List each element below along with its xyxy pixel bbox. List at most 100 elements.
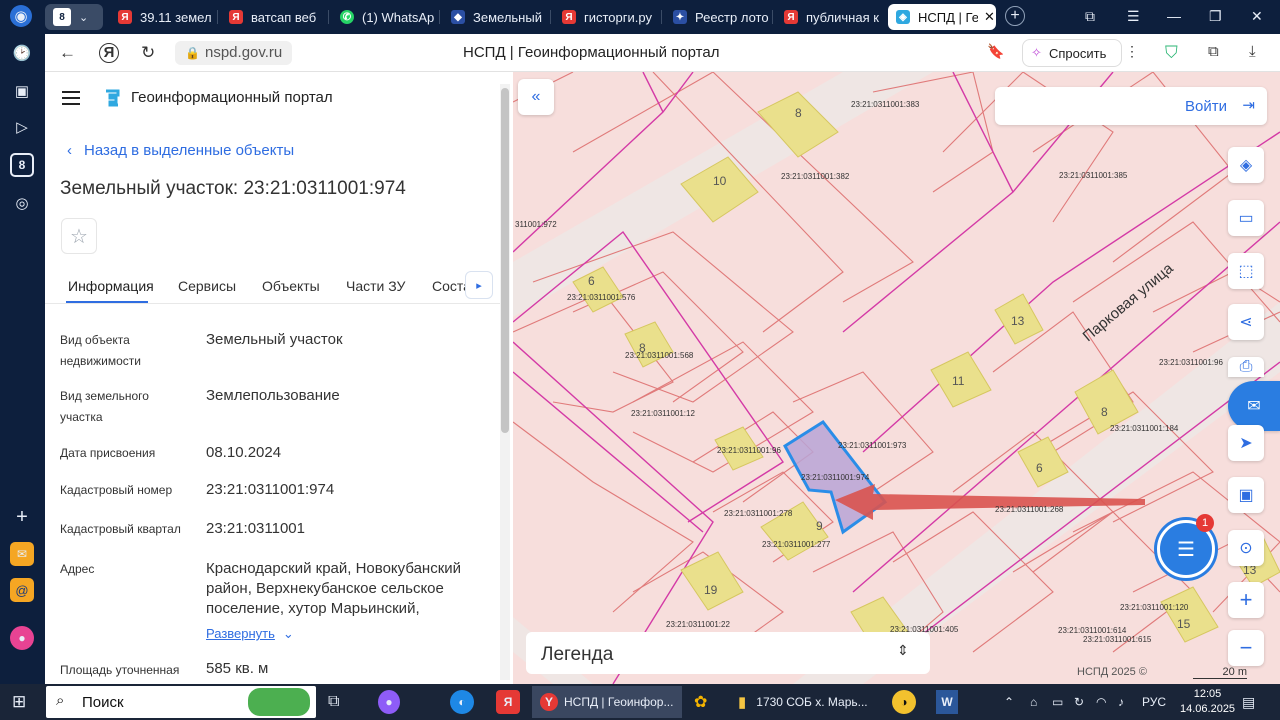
url-field[interactable]: 🔒 nspd.gov.ru bbox=[175, 41, 293, 65]
tab-item[interactable]: ✦ Реестр лото bbox=[665, 4, 773, 30]
legend-bar[interactable]: Легенда bbox=[526, 632, 930, 674]
reload-icon[interactable]: ↻ bbox=[141, 43, 155, 63]
tab-bar: 8 ⌄ Я 39.11 земел Яватсап веб ✆ (1) WhatsA… bbox=[45, 0, 1280, 34]
close-icon[interactable]: ✕ bbox=[984, 9, 995, 25]
tab-info[interactable]: Информация bbox=[68, 278, 154, 294]
taskbar-app-folder[interactable]: ▮ 1730 СОБ х. Марь... bbox=[738, 690, 874, 714]
task-view-icon[interactable]: ⧉ bbox=[328, 690, 339, 714]
lock-icon: 🔒 bbox=[185, 46, 200, 60]
alice-taskbar-icon[interactable]: ● bbox=[378, 690, 400, 714]
download-icon[interactable]: ⤓ bbox=[1249, 43, 1256, 60]
house-number: 6 bbox=[588, 274, 595, 288]
share-icon[interactable]: ⋖ bbox=[1228, 304, 1264, 340]
yandex-music-icon[interactable]: ◑ bbox=[892, 690, 916, 714]
collections-icon[interactable]: ▣ bbox=[10, 79, 34, 103]
login-button[interactable]: Войти ⇥ bbox=[995, 87, 1267, 125]
word-icon[interactable]: W bbox=[936, 690, 958, 714]
info-tabs: Информация Сервисы Объекты Части ЗУ Сост… bbox=[45, 268, 500, 304]
new-tab-icon[interactable]: + bbox=[1005, 6, 1025, 26]
minimize-icon[interactable]: — bbox=[1167, 8, 1181, 24]
back-link[interactable]: ‹ Назад в выделенные объекты bbox=[67, 142, 294, 159]
tab-counter-icon[interactable]: 8 bbox=[10, 153, 34, 177]
sync-icon[interactable]: ↻ bbox=[1074, 690, 1084, 714]
tab-item-active[interactable]: ◈ НСПД | Гео ✕ bbox=[888, 4, 996, 30]
tab-label: (1) WhatsAp bbox=[362, 9, 435, 25]
tab-parts[interactable]: Части ЗУ bbox=[346, 278, 405, 294]
tab-item[interactable]: Яватсап веб bbox=[221, 4, 329, 30]
history-icon[interactable]: 🕑 bbox=[10, 41, 34, 65]
feedback-icon[interactable]: ✉ bbox=[1228, 381, 1280, 431]
language-indicator[interactable]: РУС bbox=[1142, 690, 1166, 714]
parcel-boundaries bbox=[513, 72, 1280, 673]
taskbar-app-nspd[interactable]: Y НСПД | Геоинфор... bbox=[532, 686, 682, 718]
wifi-icon[interactable]: ◠ bbox=[1096, 690, 1106, 714]
ruler-icon[interactable]: ▭ bbox=[1228, 200, 1264, 236]
tab-item[interactable]: Ягисторги.ру bbox=[554, 4, 662, 30]
shield-icon[interactable]: ⛉ bbox=[1165, 43, 1178, 63]
scrollbar-thumb[interactable] bbox=[501, 88, 509, 433]
alice-icon[interactable]: ● bbox=[10, 626, 34, 650]
extensions-icon[interactable]: ⧉ bbox=[1208, 43, 1219, 60]
screenshot-icon[interactable]: ◎ bbox=[10, 191, 34, 215]
tab-objects[interactable]: Объекты bbox=[262, 278, 320, 294]
video-icon[interactable]: ▷ bbox=[10, 115, 34, 139]
tab-item[interactable]: ✆ (1) WhatsAp bbox=[332, 4, 440, 30]
chat-icon: ☰ bbox=[1177, 538, 1195, 561]
mail-icon[interactable]: ✉ bbox=[10, 542, 34, 566]
more-icon[interactable]: ⋮ bbox=[1125, 43, 1139, 60]
panel-scrollbar[interactable] bbox=[500, 84, 510, 680]
restore-icon[interactable]: ❐ bbox=[1209, 8, 1222, 25]
photos-icon[interactable]: ✿ bbox=[694, 690, 707, 714]
house-number: 8 bbox=[639, 341, 646, 355]
yandex-icon[interactable]: Я bbox=[99, 43, 119, 63]
zoom-in-icon[interactable]: + bbox=[1228, 582, 1264, 618]
bookmarks-icon[interactable]: ⧉ bbox=[1085, 8, 1095, 25]
map-view[interactable]: 23:21:0311001:383 23:21:0311001:382 23:2… bbox=[513, 72, 1280, 684]
ask-button[interactable]: ✧ Спросить bbox=[1022, 39, 1122, 67]
address-bar: ← Я ↻ 🔒 nspd.gov.ru НСПД | Геоинформацио… bbox=[45, 34, 1280, 72]
taskbar-app-label: НСПД | Геоинфор... bbox=[564, 695, 674, 709]
page-title: НСПД | Геоинформационный портал bbox=[463, 44, 720, 61]
print-icon[interactable]: ⎙ bbox=[1228, 357, 1264, 377]
taskbar-app-label: 1730 СОБ х. Марь... bbox=[756, 695, 868, 709]
windows-start-icon[interactable]: ⊞ bbox=[12, 690, 26, 714]
search-highlight-image bbox=[248, 688, 310, 716]
network-icon[interactable]: ⌂ bbox=[1030, 690, 1037, 714]
add-icon[interactable]: + bbox=[10, 505, 34, 529]
notifications-icon[interactable]: ▤ bbox=[1242, 690, 1255, 714]
favorite-star-icon[interactable]: ☆ bbox=[61, 218, 97, 254]
tab-services[interactable]: Сервисы bbox=[178, 278, 236, 294]
expand-link[interactable]: Развернуть ⌄ bbox=[206, 626, 294, 642]
tab-item[interactable]: Япубличная к bbox=[776, 4, 884, 30]
expand-toggle-icon[interactable]: ⇕ bbox=[897, 642, 909, 659]
tab-item[interactable]: ◆ Земельный bbox=[443, 4, 551, 30]
field-value: 08.10.2024 bbox=[206, 444, 282, 461]
browser-sidebar: ◉ 🕑 ▣ ▷ 8 ◎ + ✉ @ ● bbox=[0, 0, 45, 684]
menu-icon[interactable]: ☰ bbox=[1127, 8, 1140, 25]
yandex-browser-icon[interactable]: Я bbox=[496, 690, 520, 714]
parcel-label: 23:21:0311001:974 bbox=[801, 473, 870, 482]
search-map-icon[interactable]: ⊙ bbox=[1228, 530, 1264, 566]
clock[interactable]: 12:05 14.06.2025 bbox=[1180, 687, 1235, 717]
layers-icon[interactable]: ◈ bbox=[1228, 147, 1264, 183]
taskbar-search[interactable]: ⌕ Поиск bbox=[46, 686, 316, 718]
tab-item[interactable]: Я 39.11 земел bbox=[110, 4, 218, 30]
email-at-icon[interactable]: @ bbox=[10, 578, 34, 602]
area-select-icon[interactable]: ⬚ bbox=[1228, 253, 1264, 289]
hamburger-menu-icon[interactable] bbox=[62, 91, 80, 105]
collapse-panel-icon[interactable]: « bbox=[518, 79, 554, 115]
zoom-out-icon[interactable]: − bbox=[1228, 630, 1264, 666]
volume-icon[interactable]: ♪ bbox=[1118, 690, 1124, 714]
geolocation-icon[interactable]: ➤ bbox=[1228, 425, 1264, 461]
tab-counter-button[interactable]: 8 ⌄ bbox=[45, 4, 103, 30]
minimap-icon[interactable]: ▣ bbox=[1228, 477, 1264, 513]
battery-icon[interactable]: ▭ bbox=[1052, 690, 1063, 714]
map-copyright: НСПД 2025 © bbox=[1077, 666, 1147, 678]
browser-logo-icon[interactable]: ◉ bbox=[10, 5, 32, 27]
tabs-next-icon[interactable]: ▸ bbox=[465, 271, 493, 299]
window-close-icon[interactable]: ✕ bbox=[1251, 8, 1263, 25]
bookmark-icon[interactable]: 🔖 bbox=[987, 43, 1004, 60]
back-arrow-icon[interactable]: ← bbox=[59, 43, 76, 63]
tray-chevron-icon[interactable]: ⌃ bbox=[1004, 690, 1014, 714]
edge-icon[interactable]: ◐ bbox=[450, 690, 474, 714]
